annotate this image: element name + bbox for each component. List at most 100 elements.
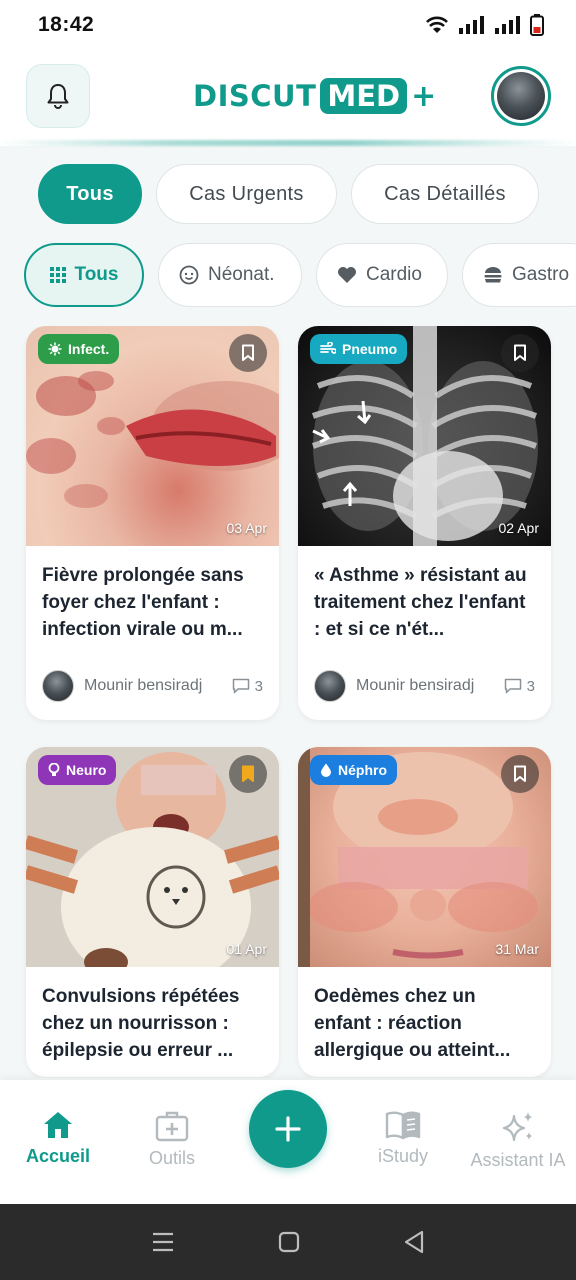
bookmark-button[interactable]: [501, 755, 539, 793]
status-time: 18:42: [38, 13, 95, 36]
specialty-neonat[interactable]: Néonat.: [158, 243, 302, 307]
home-square-icon[interactable]: [278, 1231, 300, 1253]
comment-count-value: 3: [526, 677, 535, 695]
bookmark-button[interactable]: [229, 334, 267, 372]
case-tag-label: Neuro: [66, 762, 107, 778]
comment-count-value: 3: [254, 677, 263, 695]
specialty-neonat-label: Néonat.: [208, 264, 275, 285]
menu-icon[interactable]: [151, 1231, 175, 1253]
bookmark-icon: [242, 344, 254, 361]
comment-count: 3: [232, 678, 263, 695]
nav-tools[interactable]: Outils: [140, 1110, 204, 1169]
nav-ai-assistant-label: Assistant IA: [470, 1150, 566, 1170]
case-grid: Infect. 03 Apr Fièvre prolongée sans foy…: [0, 326, 576, 1078]
case-card[interactable]: Néphro 31 Mar Oedèmes chez un enfant : r…: [298, 747, 551, 1077]
bottom-navigation: Accueil Outils iStudy Assistant IA: [0, 1080, 576, 1204]
app-logo: DISCUT MED +: [193, 78, 436, 114]
specialty-gastro[interactable]: Gastro: [462, 243, 576, 307]
bookmark-filled-icon: [242, 765, 254, 782]
case-meta: Mounir bensiradj 3: [26, 656, 279, 720]
system-navigation-bar: [0, 1204, 576, 1280]
sparkles-icon: [502, 1112, 532, 1142]
author-avatar: [314, 670, 346, 702]
baby-face-icon: [179, 265, 199, 285]
add-case-button[interactable]: [249, 1090, 327, 1168]
case-tag: Infect.: [38, 334, 120, 364]
case-image: Néphro 31 Mar: [298, 747, 551, 967]
author-name: Mounir bensiradj: [356, 677, 475, 694]
filter-urgent-cases[interactable]: Cas Urgents: [156, 164, 337, 224]
case-tag-label: Néphro: [338, 762, 387, 778]
status-bar: 18:42: [0, 0, 576, 50]
notifications-button[interactable]: [26, 64, 90, 128]
app-header: DISCUT MED +: [0, 50, 576, 146]
open-book-icon: [385, 1111, 421, 1140]
case-date: 31 Mar: [495, 941, 539, 957]
comment-icon: [504, 678, 521, 694]
case-date: 02 Apr: [498, 520, 539, 536]
avatar: [497, 72, 545, 120]
nav-ai-assistant[interactable]: Assistant IA: [462, 1110, 574, 1171]
bookmark-button[interactable]: [229, 755, 267, 793]
specialty-all-label: Tous: [74, 264, 119, 285]
battery-icon: [530, 14, 544, 36]
case-card[interactable]: Neuro 01 Apr Convulsions répétées chez u…: [26, 747, 279, 1077]
lungs-icon: [320, 342, 336, 354]
case-title: Oedèmes chez un enfant : réaction allerg…: [314, 986, 511, 1061]
case-image: Pneumo 02 Apr: [298, 326, 551, 546]
header-divider: [0, 140, 576, 146]
nav-home[interactable]: Accueil: [22, 1110, 94, 1167]
app-screen: 18:42 DISCUT MED + Tous Cas Urgents Cas …: [0, 0, 576, 1280]
drop-icon: [321, 763, 331, 777]
signal-icon: [459, 16, 484, 34]
filter-detailed-cases[interactable]: Cas Détaillés: [351, 164, 539, 224]
wifi-icon: [426, 16, 448, 33]
user-avatar-button[interactable]: [491, 66, 551, 126]
heart-icon: [338, 267, 356, 283]
case-tag-label: Infect.: [68, 341, 110, 357]
filter-all[interactable]: Tous: [38, 164, 142, 224]
specialty-cardio-label: Cardio: [366, 264, 422, 285]
case-title: Fièvre prolongée sans foyer chez l'enfan…: [42, 565, 244, 640]
author-avatar: [42, 670, 74, 702]
primary-filter-row: Tous Cas Urgents Cas Détaillés: [38, 164, 539, 224]
specialty-all[interactable]: Tous: [24, 243, 144, 307]
brain-icon: [48, 763, 60, 776]
grid-icon: [49, 267, 66, 283]
case-image: Infect. 03 Apr: [26, 326, 279, 546]
logo-text-discut: DISCUT: [193, 79, 317, 113]
signal-icon-2: [495, 16, 520, 34]
specialty-gastro-label: Gastro: [512, 264, 570, 285]
status-icons: [424, 14, 544, 36]
back-icon[interactable]: [403, 1230, 425, 1254]
specialty-filter-row: Tous Néonat. Cardio Gastro: [24, 243, 576, 307]
case-title: Convulsions répétées chez un nourrisson …: [42, 986, 240, 1061]
logo-plus: +: [411, 78, 437, 114]
nav-home-label: Accueil: [25, 1146, 91, 1166]
case-tag-label: Pneumo: [342, 341, 398, 357]
medical-kit-icon: [155, 1111, 189, 1142]
logo-text-med: MED: [320, 78, 408, 114]
burger-icon: [484, 267, 502, 283]
bookmark-icon: [514, 344, 526, 361]
bookmark-button[interactable]: [501, 334, 539, 372]
case-card[interactable]: Infect. 03 Apr Fièvre prolongée sans foy…: [26, 326, 279, 720]
case-tag: Neuro: [38, 755, 117, 785]
case-date: 03 Apr: [226, 520, 267, 536]
bell-icon: [47, 84, 69, 109]
case-meta: Mounir bensiradj 3: [298, 656, 551, 720]
case-date: 01 Apr: [226, 941, 267, 957]
home-icon: [44, 1112, 72, 1138]
plus-icon: [275, 1116, 301, 1142]
nav-istudy[interactable]: iStudy: [370, 1110, 436, 1167]
author-name: Mounir bensiradj: [84, 677, 203, 694]
case-title: « Asthme » résistant au traitement chez …: [314, 565, 527, 640]
nav-tools-label: Outils: [148, 1148, 195, 1168]
virus-icon: [48, 342, 62, 356]
case-tag: Pneumo: [310, 334, 408, 364]
specialty-cardio[interactable]: Cardio: [316, 243, 448, 307]
case-tag: Néphro: [310, 755, 397, 785]
case-card[interactable]: Pneumo 02 Apr « Asthme » résistant au tr…: [298, 326, 551, 720]
comment-count: 3: [504, 678, 535, 695]
comment-icon: [232, 678, 249, 694]
